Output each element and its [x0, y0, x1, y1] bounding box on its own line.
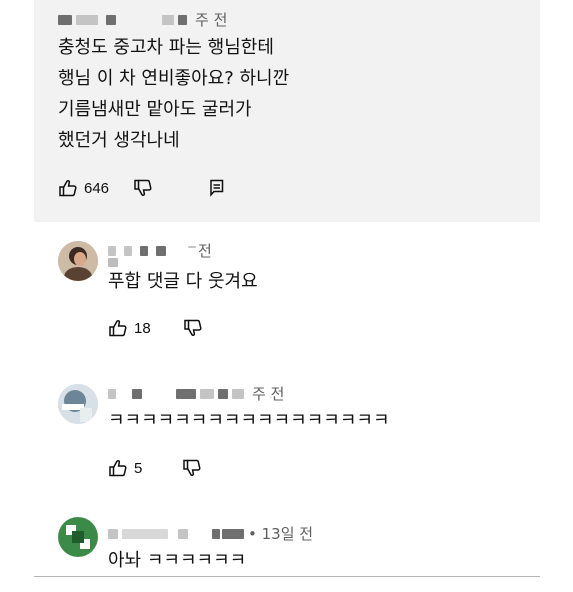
- like-count: 646: [84, 179, 110, 197]
- like-button[interactable]: 5: [108, 458, 142, 478]
- like-count: 5: [134, 459, 143, 477]
- thumbs-down-icon: [182, 458, 202, 478]
- comment-2-actions: 18: [108, 318, 203, 338]
- comment-1-time: 주 전: [195, 11, 228, 29]
- comment-1-actions: 646: [58, 178, 225, 198]
- like-button[interactable]: 18: [108, 318, 151, 338]
- thumbs-up-icon: [108, 318, 128, 338]
- dislike-button[interactable]: [133, 178, 153, 198]
- reply-icon: [209, 179, 225, 197]
- redacted-username: [108, 245, 116, 256]
- comment-2-text: 푸합 댓글 다 웃겨요: [108, 271, 258, 292]
- reply-button[interactable]: [209, 179, 225, 197]
- comment-2-meta: 전: [108, 240, 212, 261]
- comment-4-time: • 13일 전: [248, 525, 314, 543]
- comment-3-actions: 5: [108, 458, 202, 478]
- thumbs-down-icon: [183, 318, 203, 338]
- redacted-username: [108, 388, 116, 399]
- like-button[interactable]: 646: [58, 178, 109, 198]
- divider: [34, 576, 540, 577]
- thumbs-up-icon: [58, 178, 78, 198]
- comment-1-text: 충청도 중고차 파는 행님한테 행님 이 차 연비좋아요? 하니깐 기름냄새만 …: [58, 37, 290, 151]
- comment-3-time: 주 전: [252, 385, 285, 403]
- redacted-username: [108, 528, 118, 539]
- avatar[interactable]: [58, 384, 98, 424]
- avatar[interactable]: [58, 517, 98, 557]
- dislike-button[interactable]: [182, 458, 202, 478]
- thumbs-down-icon: [133, 178, 153, 198]
- like-count: 18: [134, 319, 151, 337]
- comment-4-text: 아놔 ㅋㅋㅋㅋㅋㅋ: [108, 550, 247, 571]
- comment-3-text: ㅋㅋㅋㅋㅋㅋㅋㅋㅋㅋㅋㅋㅋㅋㅋㅋㅋ: [108, 410, 390, 431]
- comment-2-time: 전: [198, 242, 212, 260]
- comment-3-meta: 주 전: [108, 383, 284, 404]
- avatar[interactable]: [58, 241, 98, 281]
- comment-1-meta: 주 전: [58, 9, 227, 30]
- comment-4-meta: • 13일 전: [108, 523, 313, 544]
- redacted-username: [58, 14, 72, 25]
- dislike-button[interactable]: [183, 318, 203, 338]
- thumbs-up-icon: [108, 458, 128, 478]
